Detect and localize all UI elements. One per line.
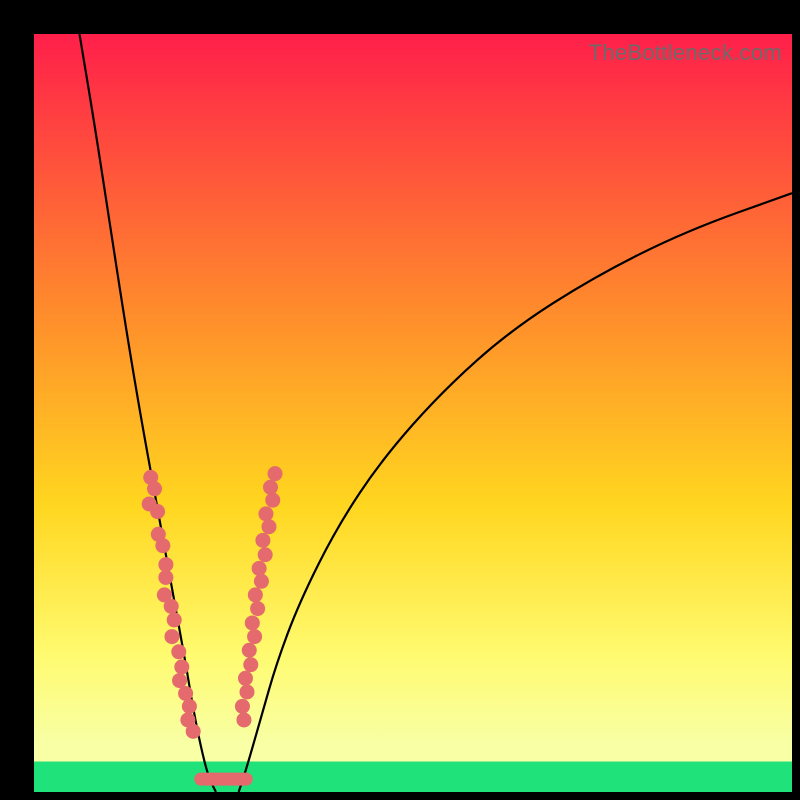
data-point xyxy=(255,533,270,548)
data-point xyxy=(261,519,276,534)
data-point xyxy=(235,699,250,714)
data-point xyxy=(252,561,267,576)
data-point xyxy=(265,493,280,508)
data-point xyxy=(155,538,170,553)
data-point xyxy=(238,671,253,686)
data-point xyxy=(263,480,278,495)
data-point xyxy=(147,481,162,496)
curves-layer xyxy=(34,34,792,792)
data-point xyxy=(239,684,254,699)
data-point xyxy=(236,712,251,727)
left-curve xyxy=(79,34,215,792)
data-point xyxy=(171,644,186,659)
right-curve xyxy=(239,193,792,792)
data-point xyxy=(258,506,273,521)
data-point xyxy=(247,629,262,644)
data-point xyxy=(164,629,179,644)
right-dot-cluster xyxy=(235,466,283,727)
data-point xyxy=(248,587,263,602)
data-point xyxy=(174,659,189,674)
data-point xyxy=(268,466,283,481)
data-point xyxy=(245,615,260,630)
data-point xyxy=(250,601,265,616)
data-point xyxy=(258,547,273,562)
data-point xyxy=(186,724,201,739)
chart-frame: TheBottleneck.com xyxy=(0,0,800,800)
data-point xyxy=(150,504,165,519)
data-point xyxy=(158,557,173,572)
data-point xyxy=(242,643,257,658)
plot-area: TheBottleneck.com xyxy=(34,34,792,792)
data-point xyxy=(182,699,197,714)
data-point xyxy=(172,673,187,688)
data-point xyxy=(158,570,173,585)
data-point xyxy=(164,599,179,614)
data-point xyxy=(243,657,258,672)
data-point xyxy=(254,574,269,589)
data-point xyxy=(178,686,193,701)
data-point xyxy=(167,612,182,627)
